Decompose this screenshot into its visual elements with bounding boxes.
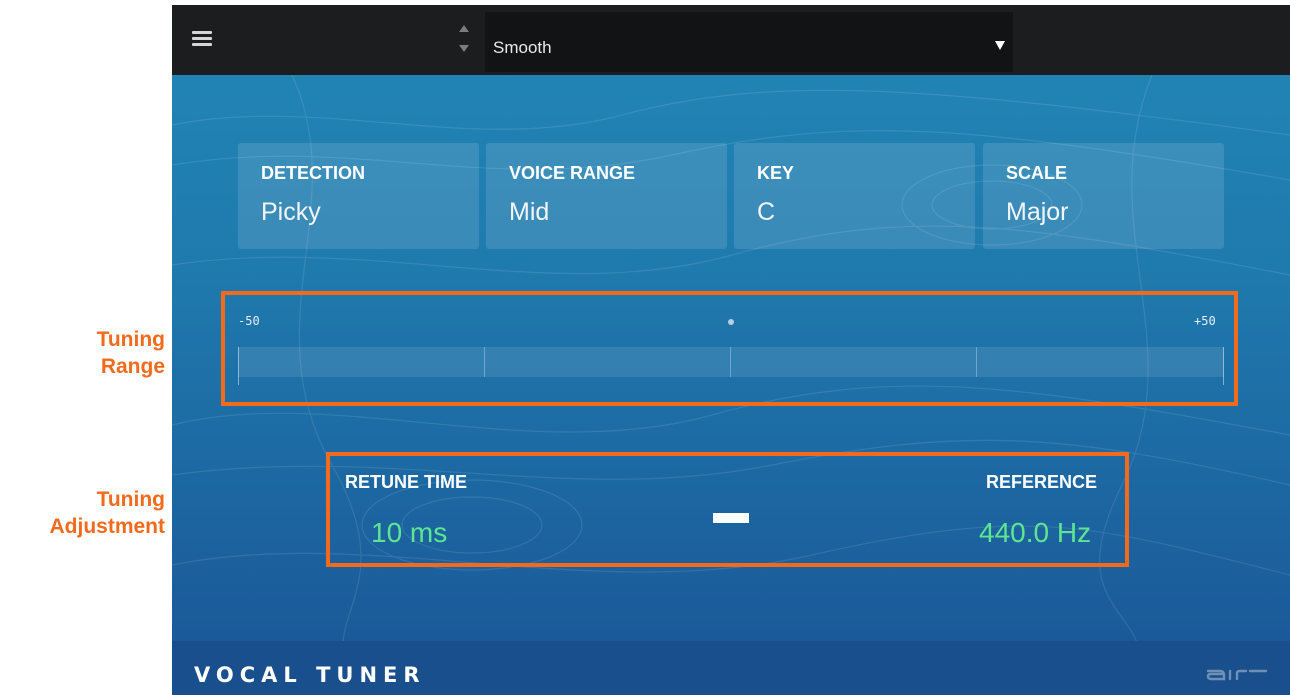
meter-divider	[730, 347, 731, 377]
key-title: KEY	[757, 163, 795, 183]
chevron-up-icon[interactable]	[459, 25, 469, 32]
meter-right-edge	[1223, 347, 1224, 385]
range-min-label: -50	[238, 314, 260, 328]
detection-card[interactable]: DETECTION Picky	[238, 143, 479, 249]
annotation-tuning-range: Tuning Range	[96, 328, 165, 378]
preset-stepper	[458, 21, 470, 61]
voice-range-value: Mid	[509, 198, 550, 226]
voice-range-title: VOICE RANGE	[509, 163, 636, 183]
voice-range-card[interactable]: VOICE RANGE Mid	[486, 143, 727, 249]
center-indicator-dot	[728, 319, 734, 325]
scale-value: Major	[1006, 198, 1069, 226]
vocal-tuner-plugin: Smooth DETECTION Picky VOICE RANGE Mid K…	[172, 5, 1290, 695]
product-name: VOCAL TUNER	[194, 663, 426, 687]
reference-value[interactable]: 440.0 Hz	[979, 517, 1091, 549]
hamburger-icon[interactable]	[192, 31, 212, 47]
scale-title: SCALE	[1006, 163, 1068, 183]
chevron-down-icon[interactable]	[459, 45, 469, 52]
tuning-range-meter[interactable]	[238, 347, 1224, 385]
preset-value: Smooth	[493, 38, 552, 57]
dropdown-caret-icon	[995, 41, 1005, 50]
detection-value: Picky	[261, 198, 321, 226]
retune-time-value[interactable]: 10 ms	[371, 517, 447, 549]
key-value: C	[757, 198, 776, 226]
minus-icon[interactable]	[713, 513, 749, 523]
preset-dropdown[interactable]: Smooth	[485, 12, 1013, 72]
tuning-adjustment-highlight	[326, 452, 1129, 567]
meter-left-edge	[238, 347, 239, 385]
meter-divider	[976, 347, 977, 377]
detection-title: DETECTION	[261, 163, 366, 183]
annotation-tuning-adjustment: Tuning Adjustment	[49, 488, 166, 538]
reference-title: REFERENCE	[986, 472, 1098, 492]
air-logo	[1206, 669, 1268, 681]
top-toolbar: Smooth	[172, 5, 1290, 75]
scale-card[interactable]: SCALE Major	[983, 143, 1224, 249]
range-max-label: +50	[1194, 314, 1216, 328]
meter-divider	[484, 347, 485, 377]
key-card[interactable]: KEY C	[734, 143, 975, 249]
retune-time-title: RETUNE TIME	[345, 472, 468, 492]
